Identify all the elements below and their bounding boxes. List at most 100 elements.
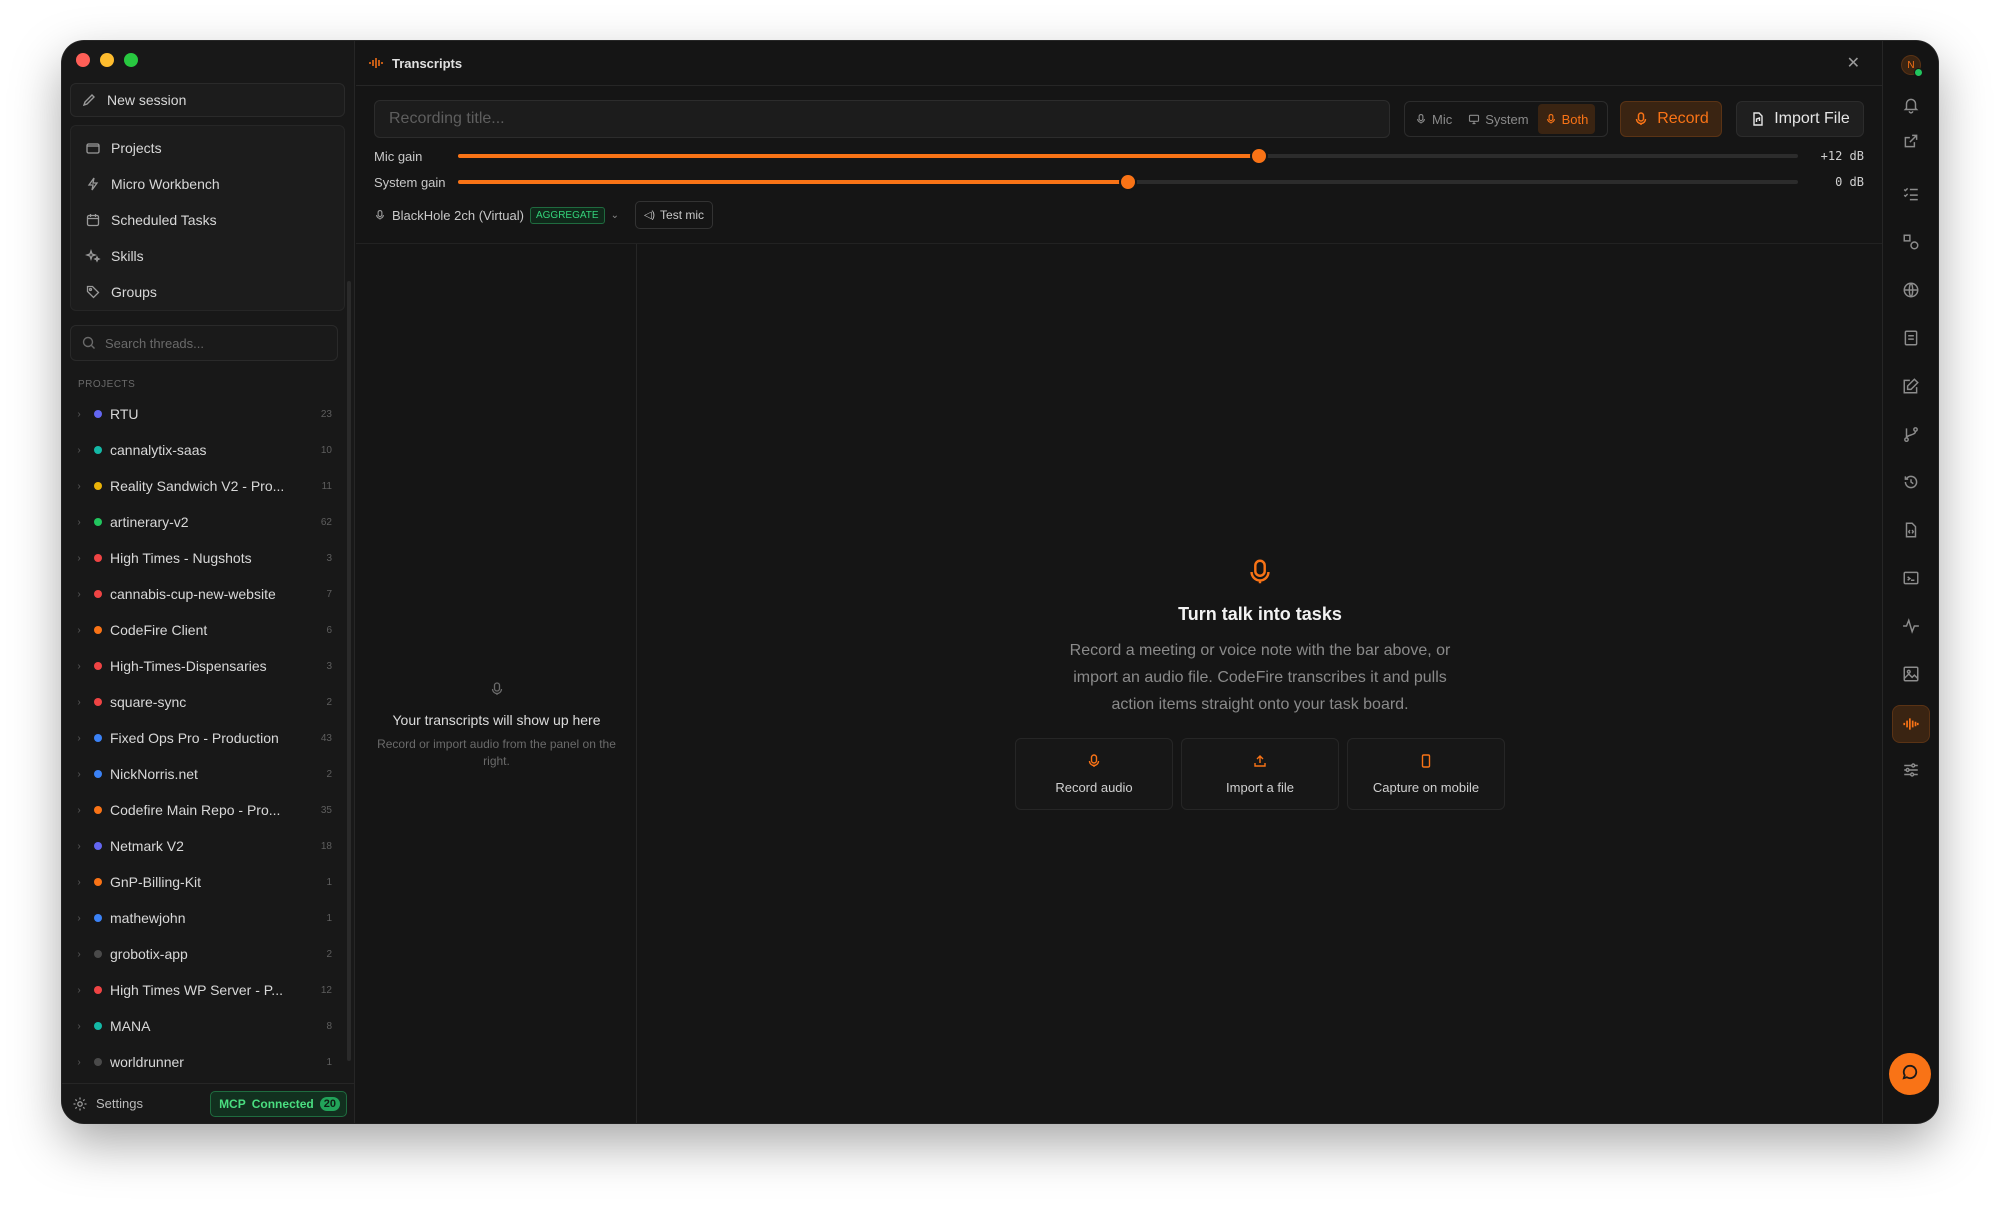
code-file-icon[interactable] — [1899, 518, 1923, 542]
project-item[interactable]: › MANA 8 — [70, 1008, 332, 1044]
bell-icon[interactable] — [1899, 93, 1923, 117]
chevron-right-icon[interactable]: › — [70, 733, 88, 744]
project-item[interactable]: › cannabis-cup-new-website 7 — [70, 576, 332, 612]
chevron-right-icon[interactable]: › — [70, 1021, 88, 1032]
chevron-right-icon[interactable]: › — [70, 985, 88, 996]
chevron-right-icon[interactable]: › — [70, 1057, 88, 1068]
project-color-dot — [94, 626, 102, 634]
chevron-right-icon[interactable]: › — [70, 517, 88, 528]
chevron-right-icon[interactable]: › — [70, 661, 88, 672]
search-input[interactable] — [105, 335, 325, 351]
terminal-icon[interactable] — [1899, 566, 1923, 590]
project-item[interactable]: › cannalytix-saas 10 — [70, 432, 332, 468]
document-icon[interactable] — [1899, 326, 1923, 350]
chevron-right-icon[interactable]: › — [70, 913, 88, 924]
chevron-right-icon[interactable]: › — [70, 481, 88, 492]
waveform-icon[interactable] — [1892, 705, 1930, 743]
project-item[interactable]: › Codefire Main Repo - Pro... 35 — [70, 792, 332, 828]
edit-note-icon[interactable] — [1899, 374, 1923, 398]
gear-icon[interactable] — [72, 1096, 88, 1112]
project-color-dot — [94, 770, 102, 778]
history-icon[interactable] — [1899, 470, 1923, 494]
globe-icon[interactable] — [1899, 278, 1923, 302]
chevron-right-icon[interactable]: › — [70, 409, 88, 420]
upload-icon — [1252, 753, 1268, 772]
project-item[interactable]: › Fixed Ops Pro - Production 43 — [70, 720, 332, 756]
project-item[interactable]: › Netmark V2 18 — [70, 828, 332, 864]
avatar[interactable]: N — [1901, 55, 1923, 77]
project-item[interactable]: › Reality Sandwich V2 - Pro... 11 — [70, 468, 332, 504]
project-name: CodeFire Client — [110, 622, 208, 638]
settings-link[interactable]: Settings — [96, 1096, 143, 1111]
chevron-down-icon[interactable]: ⌄ — [611, 210, 619, 221]
folder-icon — [85, 140, 101, 156]
project-name: NickNorris.net — [110, 766, 198, 782]
image-icon[interactable] — [1899, 662, 1923, 686]
chat-button[interactable] — [1889, 1053, 1931, 1095]
search-threads[interactable] — [70, 325, 338, 361]
chat-bubble-icon — [1901, 1063, 1919, 1086]
chevron-right-icon[interactable]: › — [70, 553, 88, 564]
external-link-icon[interactable] — [1899, 129, 1923, 153]
project-name: Reality Sandwich V2 - Pro... — [110, 478, 285, 494]
sidebar-item-groups[interactable]: Groups — [71, 274, 344, 310]
new-session-button[interactable]: New session — [70, 83, 345, 117]
chevron-right-icon[interactable]: › — [70, 445, 88, 456]
chevron-right-icon[interactable]: › — [70, 877, 88, 888]
bolt-icon — [85, 176, 101, 192]
project-color-dot — [94, 914, 102, 922]
project-item[interactable]: › mathewjohn 1 — [70, 900, 332, 936]
record-audio-card[interactable]: Record audio — [1015, 738, 1173, 810]
sidebar-item-skills[interactable]: Skills — [71, 238, 344, 274]
capture-mobile-card[interactable]: Capture on mobile — [1347, 738, 1505, 810]
project-item[interactable]: › artinerary-v2 62 — [70, 504, 332, 540]
minimize-window-button[interactable] — [100, 53, 114, 67]
sidebar-item-projects[interactable]: Projects — [71, 130, 344, 166]
project-name: High-Times-Dispensaries — [110, 658, 267, 674]
mcp-label: MCP — [219, 1097, 246, 1111]
chevron-right-icon[interactable]: › — [70, 697, 88, 708]
project-item[interactable]: › NickNorris.net 2 — [70, 756, 332, 792]
project-count: 7 — [326, 588, 332, 600]
chevron-right-icon[interactable]: › — [70, 805, 88, 816]
chevron-right-icon[interactable]: › — [70, 841, 88, 852]
device-select[interactable]: BlackHole 2ch (Virtual) — [392, 208, 524, 223]
sliders-icon[interactable] — [1899, 758, 1923, 782]
project-item[interactable]: › square-sync 2 — [70, 684, 332, 720]
zoom-window-button[interactable] — [124, 53, 138, 67]
checklist-icon[interactable] — [1899, 182, 1923, 206]
hero-description-line: import an audio file. CodeFire transcrib… — [1073, 669, 1447, 686]
sidebar-item-scheduled-tasks[interactable]: Scheduled Tasks — [71, 202, 344, 238]
aggregate-badge: AGGREGATE — [529, 206, 605, 224]
project-item[interactable]: › CodeFire Client 6 — [70, 612, 332, 648]
project-item[interactable]: › High Times - Nugshots 3 — [70, 540, 332, 576]
chevron-right-icon[interactable]: › — [70, 589, 88, 600]
activity-icon[interactable] — [1899, 614, 1923, 638]
mcp-status-badge[interactable]: MCP Connected 20 — [210, 1091, 347, 1117]
system-gain-label: System gain — [374, 174, 446, 190]
waveform-icon — [368, 55, 384, 71]
empty-list-title: Your transcripts will show up here — [392, 712, 601, 728]
project-item[interactable]: › grobotix-app 2 — [70, 936, 332, 972]
project-item[interactable]: › High Times WP Server - P... 12 — [70, 972, 332, 1008]
shapes-icon[interactable] — [1899, 230, 1923, 254]
sidebar-scrollbar[interactable] — [347, 281, 351, 1061]
sidebar-item-label: Skills — [111, 248, 144, 264]
chevron-right-icon[interactable]: › — [70, 949, 88, 960]
close-window-button[interactable] — [76, 53, 90, 67]
import-file-card[interactable]: Import a file — [1181, 738, 1339, 810]
project-item[interactable]: › RTU 23 — [70, 396, 332, 432]
project-item[interactable]: › High-Times-Dispensaries 3 — [70, 648, 332, 684]
project-item[interactable]: › worldrunner 1 — [70, 1044, 332, 1080]
project-count: 43 — [320, 732, 332, 744]
project-color-dot — [94, 554, 102, 562]
project-item[interactable]: › GnP-Billing-Kit 1 — [70, 864, 332, 900]
chevron-right-icon[interactable]: › — [70, 769, 88, 780]
project-count: 3 — [326, 552, 332, 564]
sidebar-item-micro-workbench[interactable]: Micro Workbench — [71, 166, 344, 202]
mcp-status: Connected — [251, 1097, 314, 1111]
git-branch-icon[interactable] — [1899, 422, 1923, 446]
project-color-dot — [94, 1058, 102, 1066]
new-session-label: New session — [107, 92, 187, 108]
chevron-right-icon[interactable]: › — [70, 625, 88, 636]
